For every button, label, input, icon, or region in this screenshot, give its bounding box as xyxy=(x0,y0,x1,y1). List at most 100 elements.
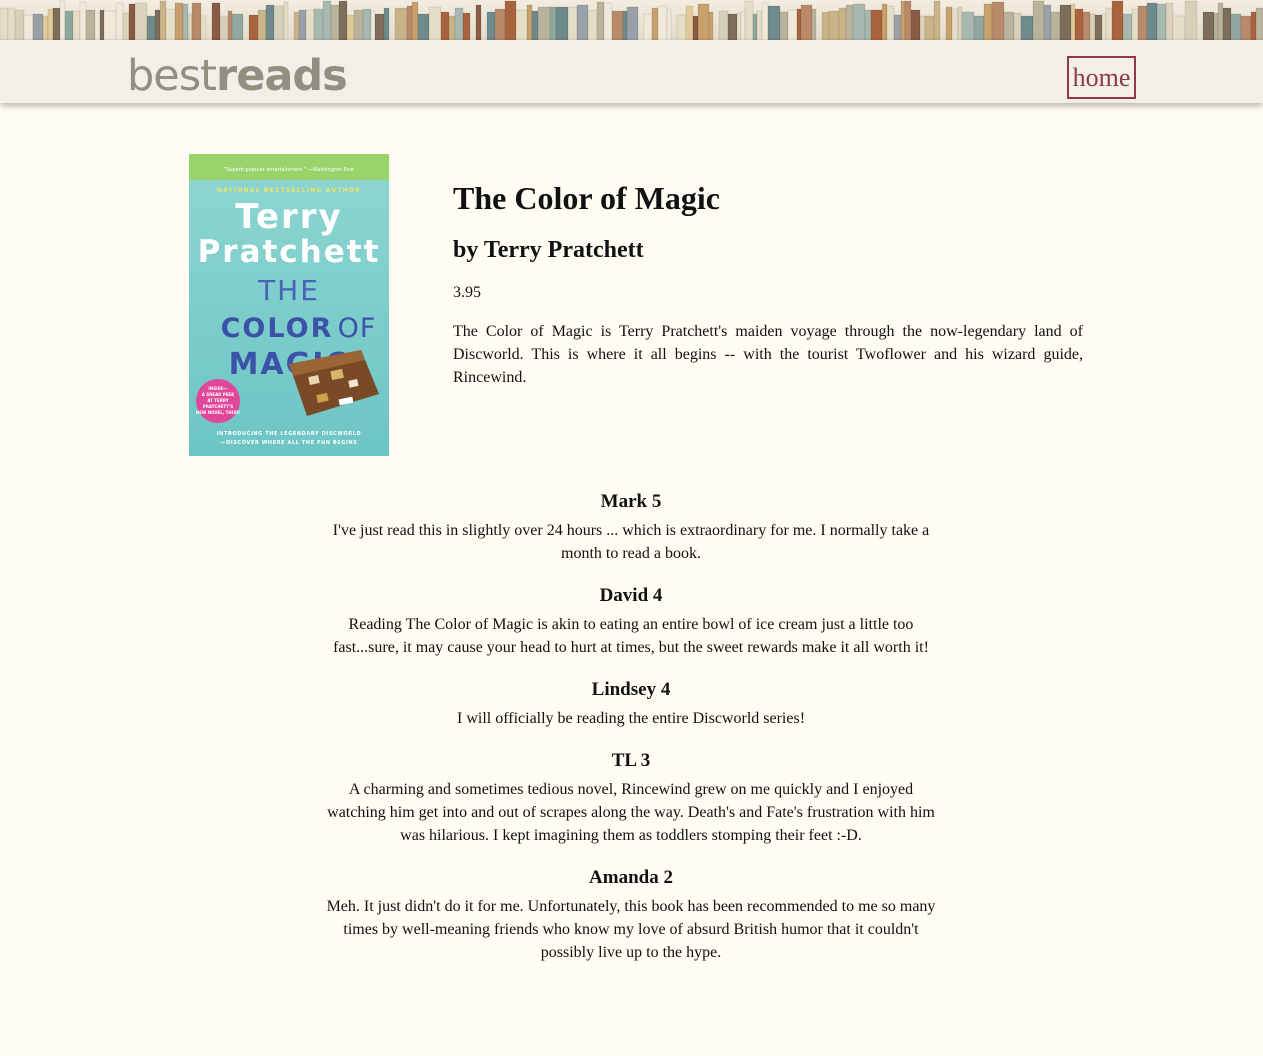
book-spine xyxy=(1070,3,1076,40)
svg-text:NEW NOVEL, THUD!: NEW NOVEL, THUD! xyxy=(196,410,240,415)
book-spine xyxy=(128,3,136,40)
book-spine xyxy=(462,12,471,40)
site-logo[interactable]: bestreads xyxy=(127,48,348,104)
book-spine xyxy=(330,4,340,40)
review-item: Mark 5 I've just read this in slightly o… xyxy=(310,489,952,565)
book-spine xyxy=(643,13,653,40)
book-info: The Color of Magic by Terry Pratchett 3.… xyxy=(453,170,1083,389)
book-spine xyxy=(957,6,963,40)
svg-text:INSIDE—: INSIDE— xyxy=(208,386,227,391)
book-spine xyxy=(787,9,798,40)
book-spine xyxy=(154,9,161,40)
book-spine xyxy=(611,10,624,40)
book-spine xyxy=(362,8,372,40)
book-spine xyxy=(603,2,613,40)
book-title: The Color of Magic xyxy=(453,180,720,216)
book-spine xyxy=(406,5,413,40)
book-spine xyxy=(881,3,888,40)
book-spine xyxy=(526,4,533,40)
review-item: TL 3 A charming and sometimes tedious no… xyxy=(310,748,952,847)
book-spine xyxy=(353,9,364,40)
book-rating: 3.95 xyxy=(453,284,481,301)
book-spine xyxy=(626,6,639,40)
book-spine xyxy=(761,2,769,40)
book-spine xyxy=(191,2,202,40)
book-spine xyxy=(991,1,1005,40)
cover-banner: NATIONAL BESTSELLING AUTHOR xyxy=(217,187,361,194)
book-spine xyxy=(744,0,754,40)
book-spine xyxy=(900,0,906,40)
book-spine xyxy=(1105,7,1113,40)
book-spine xyxy=(504,0,517,40)
book-spine xyxy=(115,2,124,40)
book-spine xyxy=(973,15,985,40)
book-spine xyxy=(394,7,408,40)
reviews-section: Mark 5 I've just read this in slightly o… xyxy=(310,489,952,964)
book-spine xyxy=(103,10,117,40)
review-text: A charming and sometimes tedious novel, … xyxy=(327,781,935,844)
book-spine xyxy=(72,10,81,40)
book-spine xyxy=(283,1,289,40)
book-spine xyxy=(1020,15,1034,40)
book-spine xyxy=(904,0,912,40)
svg-text:AT TERRY: AT TERRY xyxy=(207,398,228,403)
book-spine xyxy=(886,5,895,40)
book-spine xyxy=(587,9,598,40)
book-spine xyxy=(14,9,25,40)
book-spine xyxy=(692,15,699,40)
book-spine xyxy=(231,13,244,40)
book-spine xyxy=(864,9,872,40)
book-spine xyxy=(951,8,959,40)
book-spine xyxy=(211,2,221,40)
book-spine xyxy=(383,7,390,40)
book-spine xyxy=(828,10,840,40)
cover-author-last: Pratchett xyxy=(198,234,381,270)
review-item: David 4 Reading The Color of Magic is ak… xyxy=(310,583,952,659)
book-spine xyxy=(756,10,763,40)
book-spine xyxy=(428,6,442,40)
book-spine xyxy=(248,14,259,40)
cover-title-of: OF xyxy=(338,313,377,344)
book-spine xyxy=(370,10,376,40)
review-heading: TL 3 xyxy=(611,750,651,771)
book-spine xyxy=(227,10,233,40)
book-spine xyxy=(146,15,156,40)
book-spine xyxy=(1082,11,1091,40)
book-spine xyxy=(1003,11,1015,40)
book-spine xyxy=(417,13,430,40)
book-spine xyxy=(1222,7,1232,40)
book-spine xyxy=(945,6,953,40)
book-author: by Terry Pratchett xyxy=(453,237,644,263)
book-spine xyxy=(298,9,307,40)
book-spine xyxy=(811,8,817,40)
book-spine xyxy=(1255,7,1263,40)
book-spine xyxy=(47,8,54,40)
book-spine xyxy=(32,13,44,40)
book-spine xyxy=(475,4,482,40)
book-cover-image: "Superb popular entertainment." —Washing… xyxy=(189,154,389,456)
book-spine xyxy=(1032,0,1045,40)
book-spine xyxy=(1122,13,1133,40)
book-spine xyxy=(486,11,496,40)
book-spine xyxy=(651,7,659,40)
book-spine xyxy=(219,15,229,40)
review-text: I've just read this in slightly over 24 … xyxy=(332,522,930,562)
review-text: Meh. It just didn't do it for me. Unfort… xyxy=(326,898,936,961)
book-spine xyxy=(1184,0,1198,40)
book-description: The Color of Magic is Terry Pratchett's … xyxy=(453,323,1083,386)
book-spine xyxy=(293,11,300,40)
svg-text:A SNEAK PEEK: A SNEAK PEEK xyxy=(202,392,235,397)
book-spine xyxy=(708,11,714,40)
book-spine xyxy=(23,14,34,40)
home-button[interactable]: home xyxy=(1067,56,1136,99)
book-spine xyxy=(411,1,419,40)
cover-quote: "Superb popular entertainment." —Washing… xyxy=(224,167,354,173)
book-spine xyxy=(657,5,668,40)
book-spine xyxy=(1250,11,1257,40)
book-spine xyxy=(257,9,267,40)
book-spine xyxy=(134,2,148,40)
book-spine xyxy=(374,13,385,40)
book-spine xyxy=(1137,5,1148,40)
book-spine xyxy=(924,15,935,40)
book-spine xyxy=(919,15,926,40)
